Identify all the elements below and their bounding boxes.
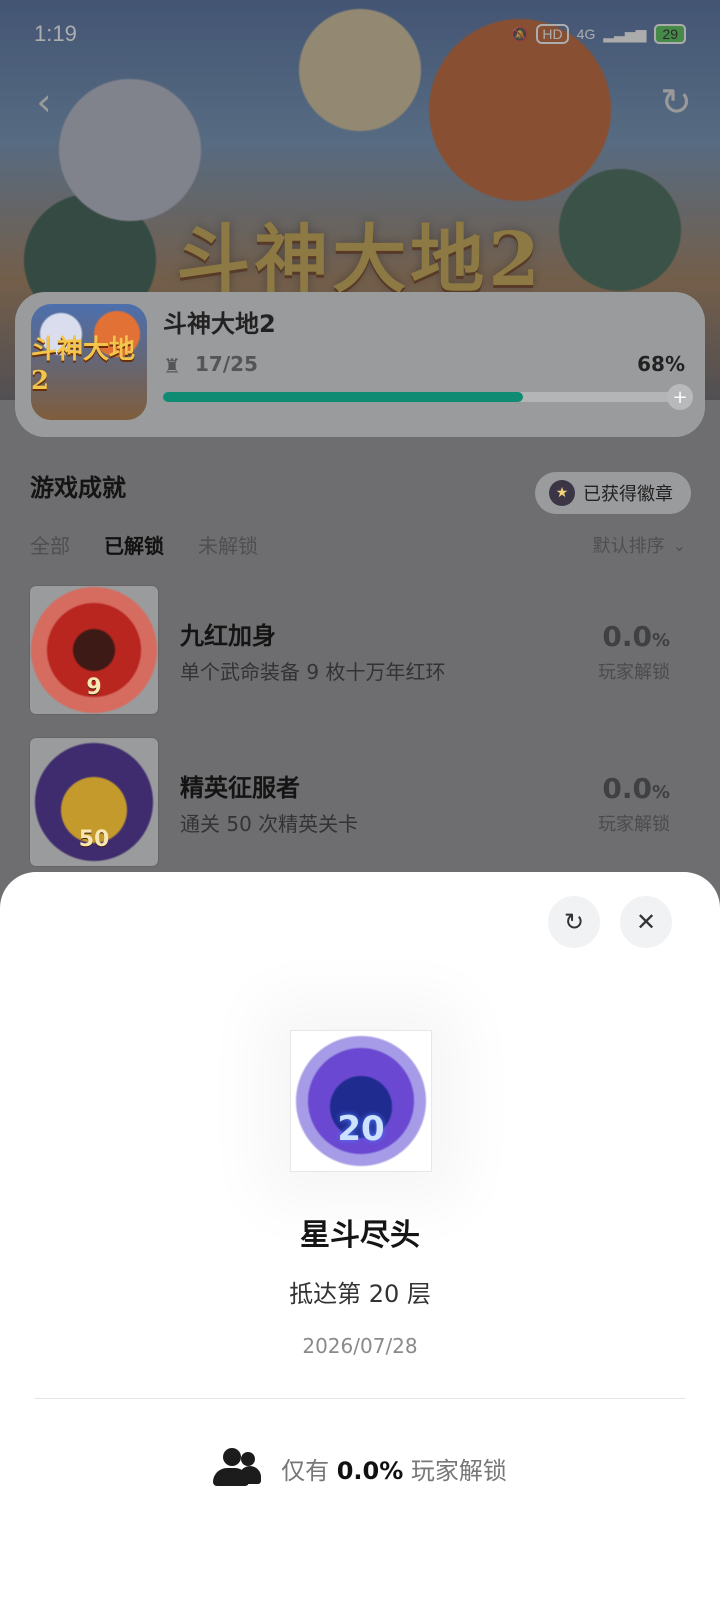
achievement-badge-large: 20 — [290, 1030, 432, 1172]
game-icon: 斗神大地2 — [31, 304, 147, 420]
achievement-desc: 通关 50 次精英关卡 — [180, 812, 359, 836]
achievement-description: 抵达第 20 层 — [289, 1280, 431, 1308]
progress-percent: 68% — [637, 352, 685, 376]
badge-number: 20 — [337, 1109, 385, 1149]
progress-row: ♜ 17/25 68% — [163, 350, 685, 380]
achievement-tabs: 全部 已解锁 未解锁 — [30, 530, 258, 559]
tab-all[interactable]: 全部 — [30, 530, 70, 559]
progress-bar: + — [163, 384, 693, 410]
unlock-rate-suffix: 玩家解锁 — [410, 1456, 507, 1485]
achievement-badge-number: 50 — [78, 827, 110, 852]
achievement-desc: 单个武命装备 9 枚十万年红环 — [180, 660, 446, 684]
trophy-icon: ♜ — [163, 354, 181, 378]
unlock-rate: 仅有 0.0% 玩家解锁 — [0, 1448, 720, 1488]
unlock-rate-prefix: 仅有 — [281, 1456, 330, 1485]
game-title: 斗神大地2 — [163, 310, 276, 338]
earned-badges-label: 已获得徽章 — [583, 484, 673, 505]
tab-locked[interactable]: 未解锁 — [198, 530, 258, 559]
achievement-name: 九红加身 — [180, 622, 276, 650]
badge-avatar-icon: ★ — [549, 480, 575, 506]
achievement-percent-unit: % — [651, 782, 670, 803]
unlock-rate-text: 仅有 0.0% 玩家解锁 — [281, 1451, 507, 1486]
progress-bar-fill — [163, 392, 524, 402]
share-button[interactable]: ↻ — [548, 896, 600, 948]
unlock-rate-value: 0.0% — [336, 1456, 404, 1485]
chevron-down-icon: ⌄ — [672, 535, 686, 555]
earned-badges-button[interactable]: ★ 已获得徽章 — [535, 472, 691, 514]
achievement-percent-value: 0.0 — [602, 620, 652, 653]
tab-unlocked[interactable]: 已解锁 — [104, 530, 164, 559]
close-button[interactable]: ✕ — [620, 896, 672, 948]
achievement-percent-label: 玩家解锁 — [598, 814, 670, 835]
achievement-name: 精英征服者 — [180, 774, 300, 802]
game-card: 斗神大地2 斗神大地2 ♜ 17/25 68% + — [15, 292, 705, 437]
achievement-item[interactable]: 50 精英征服者 通关 50 次精英关卡 0.0% 玩家解锁 — [30, 738, 690, 868]
achievement-percent-value: 0.0 — [602, 772, 652, 805]
unlock-date: 2026/07/28 — [302, 1334, 418, 1358]
achievement-badge-image: 50 — [30, 738, 158, 866]
progress-end-icon: + — [667, 384, 693, 410]
achievement-percent-label: 玩家解锁 — [598, 662, 670, 683]
divider — [34, 1398, 686, 1399]
achievement-title: 星斗尽头 — [300, 1218, 420, 1253]
achievement-percent: 0.0% — [602, 620, 670, 653]
people-icon — [213, 1448, 262, 1488]
achievement-detail-sheet: ↻ ✕ 20 星斗尽头 抵达第 20 层 2026/07/28 仅有 0.0% … — [0, 872, 720, 1600]
sort-label: 默认排序 — [592, 536, 665, 557]
achievement-percent-unit: % — [651, 630, 670, 651]
progress-count: 17/25 — [195, 352, 258, 376]
section-title: 游戏成就 — [30, 474, 126, 502]
achievement-badge-image: 9 — [30, 586, 158, 714]
achievement-percent: 0.0% — [602, 772, 670, 805]
sort-dropdown[interactable]: 默认排序 ⌄ — [593, 532, 686, 558]
achievement-item[interactable]: 9 九红加身 单个武命装备 9 枚十万年红环 0.0% 玩家解锁 — [30, 586, 690, 716]
achievement-badge-number: 9 — [86, 675, 102, 700]
